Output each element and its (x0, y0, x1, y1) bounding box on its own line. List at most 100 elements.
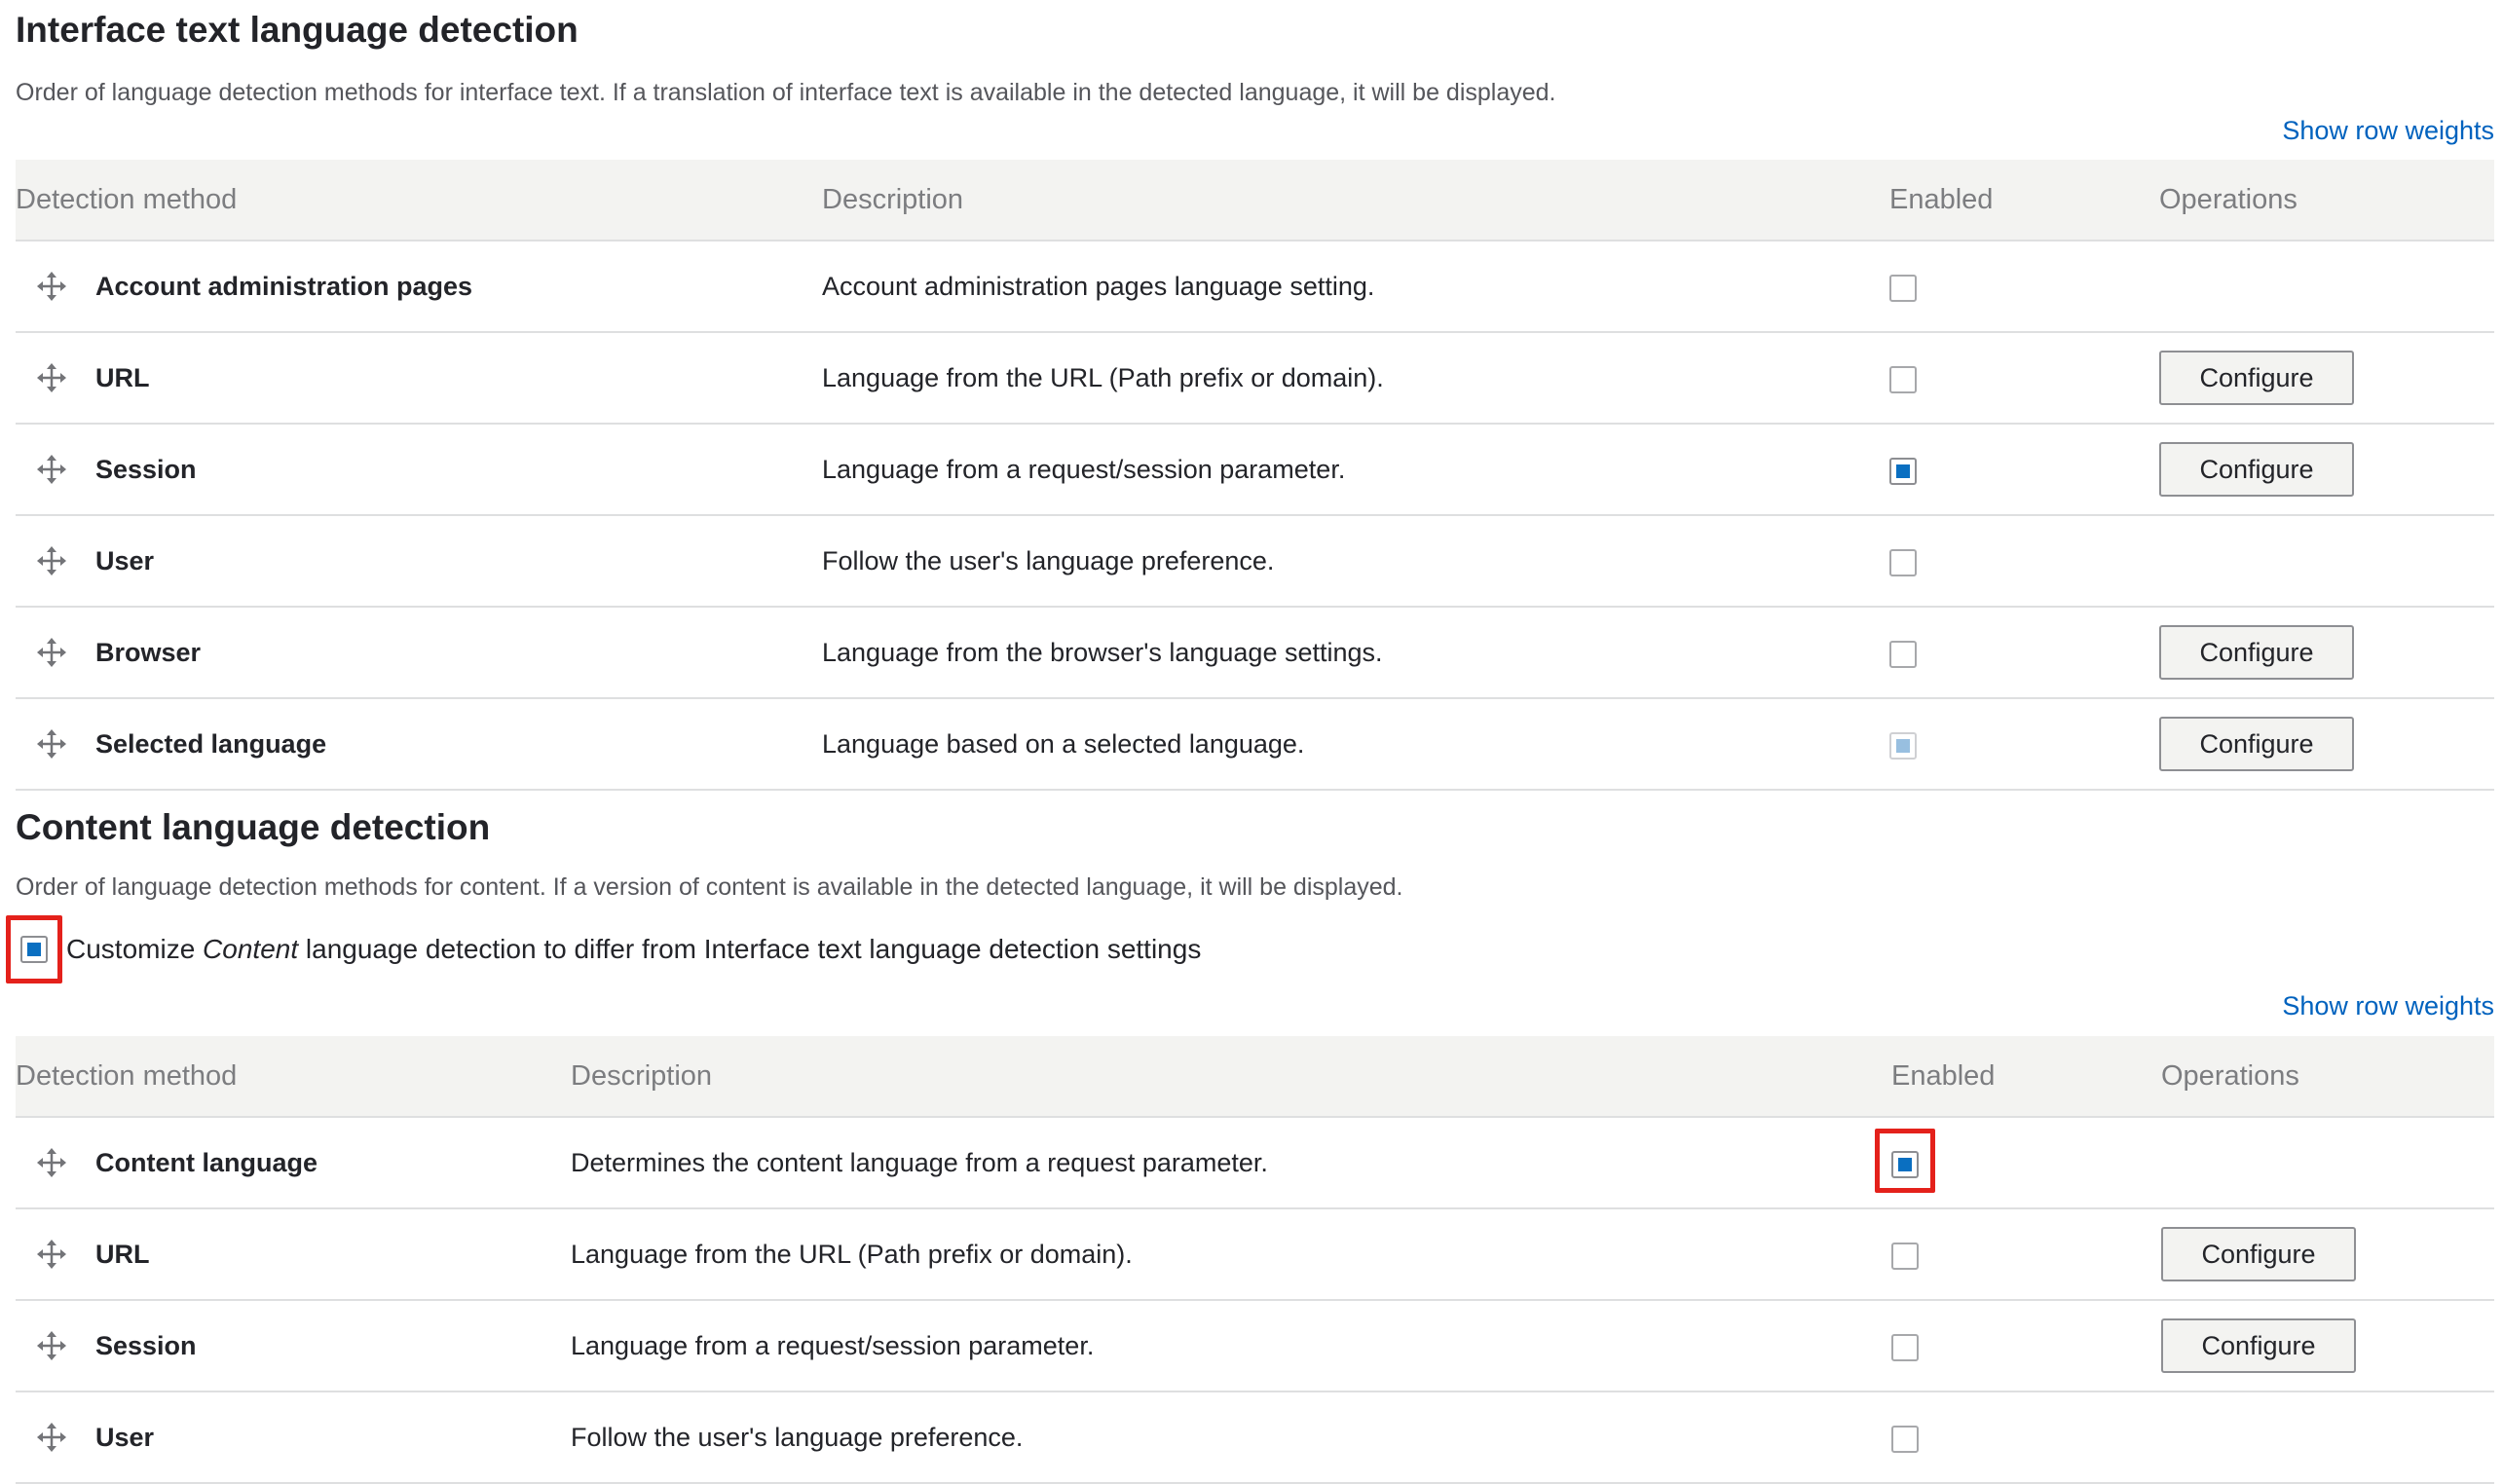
drag-handle-icon[interactable] (37, 455, 66, 484)
table-row: URL Language from the URL (Path prefix or… (16, 332, 2494, 425)
interface-section-description: Order of language detection methods for … (16, 79, 1556, 106)
drag-handle-icon[interactable] (37, 272, 66, 301)
table-row: Browser Language from the browser's langu… (16, 607, 2494, 699)
enabled-checkbox[interactable] (1891, 1150, 1919, 1178)
content-section-title: Content language detection (16, 807, 491, 847)
detection-method-description: Language from a request/session paramete… (571, 1330, 1095, 1360)
enabled-checkbox[interactable] (1889, 548, 1917, 576)
table-header-row: Detection method Description Enabled Ope… (16, 1036, 2494, 1118)
description-cell: Language from a request/session paramete… (822, 424, 1889, 516)
enabled-cell (1875, 1117, 2161, 1209)
detection-method-cell: Account administration pages (16, 241, 822, 333)
table-header-row: Detection method Description Enabled Ope… (16, 160, 2494, 241)
enabled-checkbox[interactable] (1889, 365, 1917, 393)
table-row: Session Language from a request/session p… (16, 1300, 2494, 1392)
interface-section-title: Interface text language detection (16, 10, 579, 50)
enabled-checkbox[interactable] (1889, 457, 1917, 485)
description-cell: Account administration pages language se… (822, 241, 1889, 333)
description-cell: Language from a request/session paramete… (571, 1300, 1891, 1392)
configure-button[interactable]: Configure (2159, 625, 2354, 680)
enabled-checkbox[interactable] (1889, 274, 1917, 302)
column-header-description: Description (571, 1036, 1891, 1118)
column-header-operations: Operations (2161, 1036, 2494, 1118)
table-row: Selected language Language based on a sel… (16, 698, 2494, 791)
column-header-enabled: Enabled (1889, 160, 2159, 241)
configure-button[interactable]: Configure (2159, 351, 2354, 405)
operations-cell: Configure (2161, 1208, 2494, 1301)
drag-handle-icon[interactable] (37, 638, 66, 667)
customize-content-checkbox[interactable] (20, 936, 48, 963)
enabled-checkbox[interactable] (1891, 1425, 1919, 1453)
description-cell: Language from the URL (Path prefix or do… (571, 1208, 1891, 1301)
detection-method-description: Language from a request/session paramete… (822, 454, 1346, 484)
description-cell: Follow the user's language preference. (822, 515, 1889, 608)
table-row: User Follow the user's language preferenc… (16, 515, 2494, 608)
drag-handle-icon[interactable] (37, 546, 66, 575)
detection-method-name: URL (95, 1239, 150, 1269)
enabled-checkbox (1889, 731, 1917, 760)
table-row: Account administration pages Account admi… (16, 241, 2494, 333)
table-row: User Follow the user's language preferenc… (16, 1391, 2494, 1484)
table-row: URL Language from the URL (Path prefix or… (16, 1208, 2494, 1301)
table-row: Session Language from a request/session p… (16, 424, 2494, 516)
enabled-cell (1891, 1391, 2161, 1484)
column-header-enabled: Enabled (1891, 1036, 2161, 1118)
table-row: Content language Determines the content l… (16, 1117, 2494, 1209)
detection-method-name: User (95, 545, 155, 575)
interface-detection-table: Detection method Description Enabled Ope… (16, 160, 2494, 791)
detection-method-name: Selected language (95, 728, 327, 759)
content-section-description: Order of language detection methods for … (16, 873, 1403, 901)
description-cell: Language from the URL (Path prefix or do… (822, 332, 1889, 425)
detection-method-cell: Selected language (16, 698, 822, 791)
configure-button[interactable]: Configure (2159, 717, 2354, 771)
enabled-cell (1889, 607, 2159, 699)
description-cell: Determines the content language from a r… (571, 1117, 1891, 1209)
operations-cell (2161, 1391, 2494, 1484)
enabled-cell (1889, 332, 2159, 425)
detection-method-cell: Browser (16, 607, 822, 699)
detection-method-cell: User (16, 1391, 571, 1484)
enabled-checkbox[interactable] (1891, 1242, 1919, 1270)
column-header-operations: Operations (2159, 160, 2494, 241)
drag-handle-icon[interactable] (37, 363, 66, 392)
interface-show-row-weights-link[interactable]: Show row weights (2282, 116, 2494, 146)
detection-method-description: Language based on a selected language. (822, 728, 1305, 759)
configure-button[interactable]: Configure (2159, 442, 2354, 497)
enabled-checkbox[interactable] (1891, 1333, 1919, 1361)
detection-method-description: Determines the content language from a r… (571, 1147, 1268, 1177)
enabled-cell (1891, 1300, 2161, 1392)
enabled-checkbox[interactable] (1889, 640, 1917, 668)
detection-method-name: Content language (95, 1147, 318, 1177)
detection-method-description: Follow the user's language preference. (571, 1422, 1024, 1452)
drag-handle-icon[interactable] (37, 1148, 66, 1177)
content-detection-table: Detection method Description Enabled Ope… (16, 1036, 2494, 1484)
customize-content-detection-row[interactable]: Customize Content language detection to … (0, 915, 1201, 983)
drag-handle-icon[interactable] (37, 729, 66, 759)
operations-cell (2159, 515, 2494, 608)
configure-button[interactable]: Configure (2161, 1318, 2356, 1373)
column-header-description: Description (822, 160, 1889, 241)
detection-method-name: Session (95, 1330, 197, 1360)
detection-method-cell: Session (16, 1300, 571, 1392)
enabled-cell (1889, 241, 2159, 333)
detection-method-name: Browser (95, 637, 202, 667)
detection-method-cell: URL (16, 332, 822, 425)
content-show-row-weights-link[interactable]: Show row weights (2282, 991, 2494, 1021)
drag-handle-icon[interactable] (37, 1240, 66, 1269)
drag-handle-icon[interactable] (37, 1331, 66, 1360)
detection-method-cell: URL (16, 1208, 571, 1301)
detection-method-name: URL (95, 362, 150, 392)
enabled-cell (1889, 515, 2159, 608)
configure-button[interactable]: Configure (2161, 1227, 2356, 1281)
enabled-cell (1889, 424, 2159, 516)
description-cell: Language from the browser's language set… (822, 607, 1889, 699)
detection-method-name: Session (95, 454, 197, 484)
operations-cell: Configure (2159, 332, 2494, 425)
description-cell: Language based on a selected language. (822, 698, 1889, 791)
detection-method-description: Follow the user's language preference. (822, 545, 1275, 575)
detection-method-name: User (95, 1422, 155, 1452)
detection-method-description: Account administration pages language se… (822, 271, 1375, 301)
operations-cell: Configure (2159, 607, 2494, 699)
drag-handle-icon[interactable] (37, 1423, 66, 1452)
operations-cell (2159, 241, 2494, 333)
